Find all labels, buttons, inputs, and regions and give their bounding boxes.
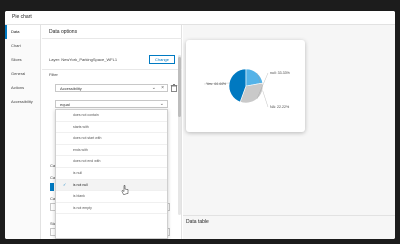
dropdown-option[interactable]: is blank xyxy=(56,191,167,203)
dropdown-option[interactable]: does not start with xyxy=(56,133,167,145)
scrollbar[interactable] xyxy=(178,55,181,215)
dropdown-option[interactable]: is not empty xyxy=(56,203,167,215)
chart-settings-window: Pie chart Data Chart Slices General Acti… xyxy=(5,11,395,239)
chart-preview-area: Yes: 44.44% NA: 22.22% null: 33.33% Data t… xyxy=(183,25,395,239)
color-swatch[interactable] xyxy=(50,183,54,191)
layer-name: Layer: NewYork_ParkingSpace_WFL1 xyxy=(49,57,118,62)
tab-general[interactable]: General xyxy=(5,67,40,81)
panel-heading: Data options xyxy=(49,29,78,35)
operator-dropdown-menu: does not contain starts with does not st… xyxy=(55,109,168,239)
operator-select-value: equal xyxy=(60,102,70,107)
scrollbar-thumb[interactable] xyxy=(178,57,181,117)
change-layer-button[interactable]: Change xyxy=(149,55,175,64)
check-icon: ✓ xyxy=(63,181,67,187)
pie-slice-label: Yes: 44.44% xyxy=(206,82,227,86)
tab-slices[interactable]: Slices xyxy=(5,53,40,67)
title-bar: Pie chart xyxy=(5,11,395,25)
tab-chart[interactable]: Chart xyxy=(5,39,40,53)
pie-chart: Yes: 44.44% NA: 22.22% null: 33.33% xyxy=(203,68,291,109)
dropdown-option[interactable]: does not contain xyxy=(56,110,167,122)
data-table-label: Data table xyxy=(186,219,209,225)
tab-accessibility[interactable]: Accessibility xyxy=(5,95,40,109)
hand-cursor-icon xyxy=(121,185,129,195)
divider xyxy=(42,38,182,39)
trash-icon[interactable] xyxy=(170,84,178,92)
field-select[interactable]: Accessibility ⌄ × xyxy=(55,84,168,92)
close-icon[interactable]: × xyxy=(161,85,164,91)
dropdown-option[interactable]: is null xyxy=(56,168,167,180)
operator-select[interactable]: equal ⌄ xyxy=(55,100,168,108)
tab-data[interactable]: Data xyxy=(5,25,40,39)
dropdown-option-selected[interactable]: ✓ is not null xyxy=(56,179,167,192)
dropdown-option[interactable]: does not end with xyxy=(56,156,167,168)
tab-actions[interactable]: Actions xyxy=(5,81,40,95)
divider xyxy=(42,69,182,70)
dropdown-option[interactable]: starts with xyxy=(56,122,167,134)
settings-tab-list: Data Chart Slices General Actions Access… xyxy=(5,25,41,239)
chevron-down-icon: ⌄ xyxy=(151,85,156,91)
chevron-down-icon: ⌄ xyxy=(159,101,164,107)
filter-label: Filter xyxy=(49,72,58,77)
field-select-value: Accessibility xyxy=(60,86,82,91)
pie-chart-card: Yes: 44.44% NA: 22.22% null: 33.33% xyxy=(186,40,305,132)
pie-slice-label: NA: 22.22% xyxy=(270,105,290,109)
data-options-panel: Data options Layer: NewYork_ParkingSpace… xyxy=(42,25,182,239)
pie-slice-label: null: 33.33% xyxy=(270,71,291,75)
window-title: Pie chart xyxy=(12,14,32,20)
dropdown-option[interactable]: ends with xyxy=(56,145,167,157)
divider xyxy=(183,215,395,216)
